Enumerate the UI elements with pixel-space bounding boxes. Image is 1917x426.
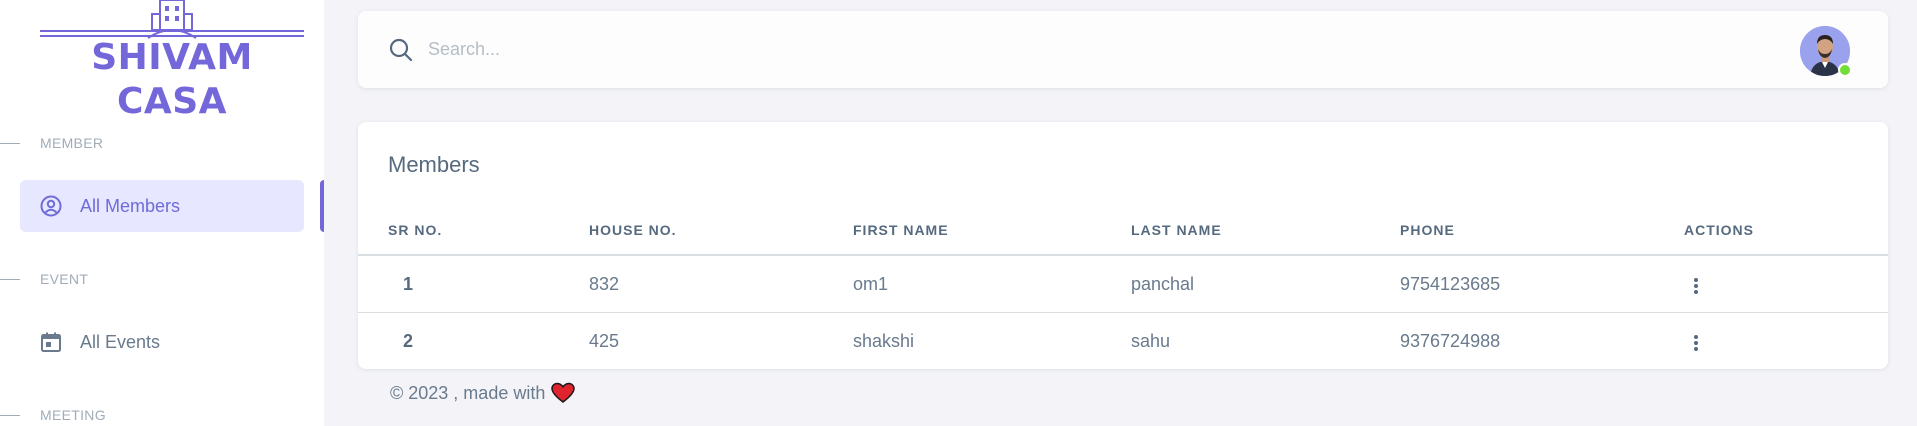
row-divider: [358, 312, 1888, 313]
online-status-indicator: [1838, 63, 1852, 77]
brand-name: SHIVAM CASA: [91, 37, 253, 122]
column-header-first-name: FIRST NAME: [853, 222, 949, 238]
section-label: MEETING: [40, 407, 106, 423]
cell-last-name: panchal: [1131, 274, 1195, 294]
table-header-divider: [358, 254, 1888, 256]
cell-last-name: sahu: [1131, 331, 1171, 351]
sidebar-item-all-members[interactable]: All Members: [20, 180, 304, 232]
column-header-actions: ACTIONS: [1684, 222, 1754, 238]
column-header-phone: PHONE: [1400, 222, 1455, 238]
calendar-icon: [40, 331, 62, 353]
cell-house-no: 832: [589, 274, 620, 294]
cell-first-name: shakshi: [853, 331, 915, 351]
heart-icon: [551, 382, 576, 404]
section-header-member: MEMBER: [0, 135, 300, 153]
cell-phone: 9754123685: [1400, 274, 1501, 294]
search-input[interactable]: [428, 27, 678, 71]
cell-phone: 9376724988: [1400, 331, 1501, 351]
cell-sr-no: 2: [403, 331, 414, 351]
card-title: Members: [388, 152, 480, 177]
members-card: Members SR NO. HOUSE NO. FIRST NAME LAST…: [358, 122, 1888, 369]
top-navbar: [358, 11, 1888, 88]
section-label: MEMBER: [40, 135, 104, 151]
section-divider: [0, 279, 20, 280]
footer: © 2023 , made with: [390, 382, 576, 404]
sidebar: SHIVAM CASA MEMBER All Members EVENT All…: [0, 0, 324, 426]
section-header-event: EVENT: [0, 271, 300, 289]
copyright-text: © 2023 , made with: [390, 382, 546, 403]
active-indicator: [320, 180, 324, 232]
column-header-house-no: HOUSE NO.: [589, 222, 677, 238]
column-header-sr-no: SR NO.: [388, 222, 443, 238]
sidebar-item-all-events[interactable]: All Members All Events: [20, 316, 304, 368]
cell-house-no: 425: [589, 331, 620, 351]
search-icon[interactable]: [388, 37, 414, 63]
section-divider: [0, 143, 20, 144]
section-divider: [0, 415, 20, 416]
row-actions-kebab-icon[interactable]: [1688, 333, 1704, 353]
cell-sr-no: 1: [403, 274, 414, 294]
section-header-meeting: MEETING: [0, 407, 300, 425]
section-label: EVENT: [40, 271, 89, 287]
sidebar-item-label: All Members: [80, 195, 181, 216]
sidebar-item-label: All Events: [80, 331, 161, 352]
user-circle-icon: [40, 195, 62, 217]
cell-first-name: om1: [853, 274, 889, 294]
column-header-last-name: LAST NAME: [1131, 222, 1222, 238]
row-actions-kebab-icon[interactable]: [1688, 276, 1704, 296]
brand-logo[interactable]: SHIVAM CASA: [40, 0, 304, 122]
